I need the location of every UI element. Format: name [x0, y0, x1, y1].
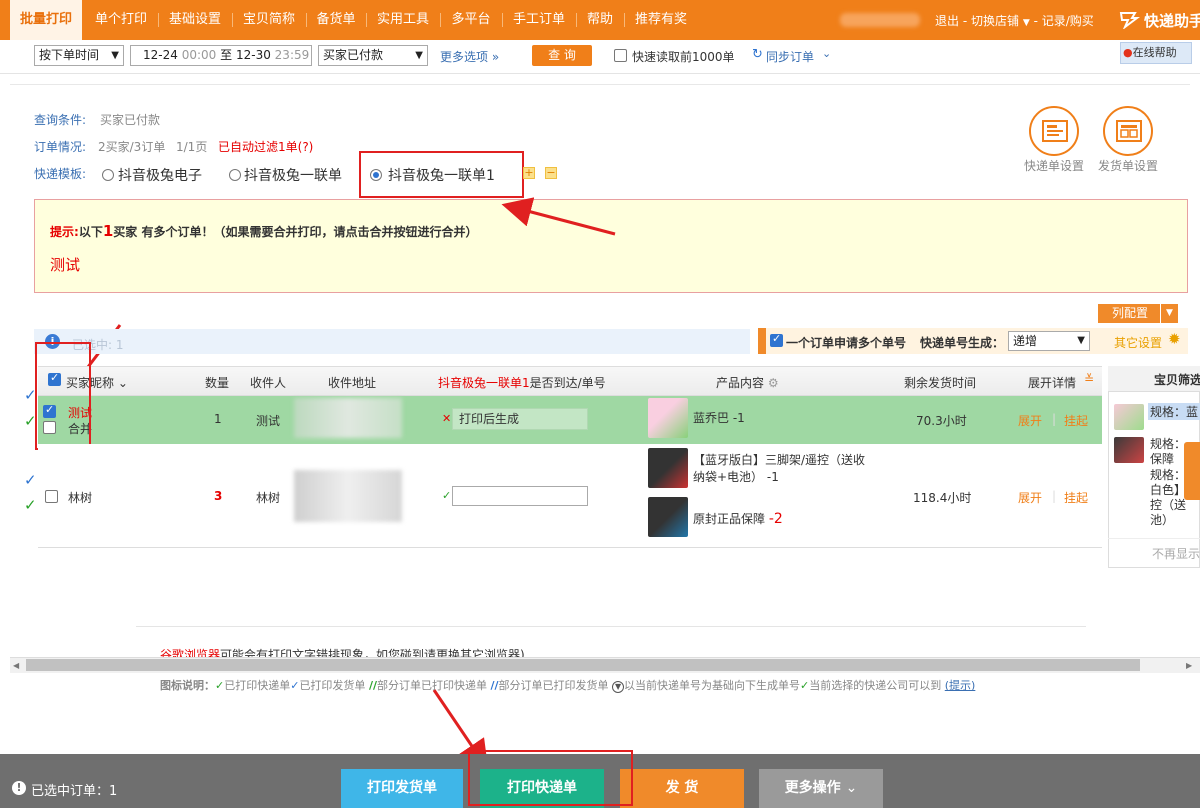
annotation-box-checkbox — [35, 342, 91, 450]
tracking-number-field[interactable] — [452, 486, 588, 506]
separator — [136, 626, 1086, 627]
remaining-time: 118.4小时 — [913, 491, 972, 505]
tracking-number-field[interactable]: 打印后生成 — [452, 408, 588, 430]
printed-invoice-check-icon: ✓ — [24, 471, 37, 489]
alert-icon: ! — [12, 781, 26, 795]
product-thumbnail — [648, 398, 688, 438]
other-settings-link[interactable]: 其它设置 — [1114, 334, 1162, 351]
down-circle-icon: ▼ — [612, 681, 625, 693]
annotation-box-print-express — [468, 750, 633, 806]
chevron-down-icon: ▼ — [1160, 304, 1178, 323]
no-show-link[interactable]: 不再显示 — [1152, 545, 1200, 562]
expand-link[interactable]: 展开 — [1018, 489, 1042, 506]
printed-express-check-icon: ✓ — [24, 496, 37, 514]
print-invoice-button[interactable]: 打印发货单 — [341, 769, 463, 808]
column-config-button[interactable]: 列配置 ▼ — [1098, 304, 1178, 323]
more-ops-button[interactable]: 更多操作 ⌄ — [759, 769, 883, 808]
header-address: 收件地址 — [328, 376, 377, 390]
header-receiver: 收件人 — [250, 376, 287, 390]
reachable-check-icon: ✓ — [442, 489, 452, 502]
header-remaining: 剩余发货时间 — [904, 376, 977, 390]
filter-spec-1[interactable]: 规格：蓝 — [1148, 403, 1200, 420]
qty-value: 1 — [214, 412, 222, 426]
number-gen-label: 快递单号生成： — [920, 336, 1005, 350]
not-printed-x-icon: ✕ — [442, 412, 452, 425]
side-float-tab[interactable] — [1184, 442, 1200, 500]
product-line: 原封正品保障 -2 — [693, 511, 783, 527]
product-line: 蓝乔巴 -1 — [693, 411, 745, 425]
scrollbar-thumb[interactable] — [26, 659, 1140, 671]
receiver-name: 林树 — [256, 491, 281, 505]
ship-button[interactable]: 发 货 — [620, 769, 744, 808]
header-product: 产品内容 ⚙ — [716, 376, 779, 390]
multi-number-checkbox[interactable] — [770, 332, 783, 347]
divider: | — [1052, 489, 1057, 503]
product-line: 【蓝牙版白】三脚架/遥控（送收纳袋+电池） -1 — [693, 453, 866, 484]
scroll-left-icon[interactable]: ◀ — [13, 661, 19, 670]
tip-link[interactable]: (提示) — [945, 679, 976, 692]
address-blurred — [294, 470, 402, 522]
hold-link[interactable]: 挂起 — [1064, 489, 1088, 506]
filter-spec-2[interactable]: 规格： 保障 — [1150, 437, 1186, 467]
product-thumbnail — [1114, 404, 1144, 430]
selected-bar — [34, 329, 750, 354]
header-template: 抖音极兔一联单1是否到达/单号 — [438, 376, 606, 390]
expand-link[interactable]: 展开 — [1018, 412, 1042, 429]
address-blurred — [294, 398, 402, 438]
reachable-check-icon: ✓ — [800, 679, 810, 692]
row-checkbox[interactable] — [45, 490, 58, 503]
buyer-name[interactable]: 林树 — [68, 489, 92, 506]
selected-orders-count: 已选中订单：1 — [31, 784, 118, 799]
header-expand: 展开详情 — [1028, 376, 1077, 390]
gear-icon[interactable]: ✹ — [1168, 330, 1181, 348]
scroll-right-icon[interactable]: ▶ — [1186, 661, 1192, 670]
partial-blue-icon: // — [490, 679, 499, 692]
chevron-down-icon: ⌄ — [117, 376, 128, 390]
chevron-down-icon: ▼ — [1077, 335, 1085, 346]
remaining-time: 70.3小时 — [916, 414, 967, 428]
header-qty: 数量 — [205, 376, 230, 390]
multi-number-label: 一个订单申请多个单号 — [786, 336, 907, 350]
number-gen-select[interactable]: 递增 ▼ — [1008, 331, 1090, 351]
collapse-icon[interactable]: ≚ — [1084, 372, 1094, 386]
chevron-down-icon: ⌄ — [845, 780, 858, 796]
green-check-icon: ✓ — [215, 679, 225, 692]
product-thumbnail — [1114, 437, 1144, 463]
filter-spec-3[interactable]: 规格： 白色】 控（送 池） — [1150, 468, 1186, 528]
item-filter-title: 宝贝筛选 — [1154, 373, 1200, 387]
product-thumbnail — [648, 448, 688, 488]
filter-divider — [1108, 538, 1200, 539]
gear-icon[interactable]: ⚙ — [768, 376, 779, 390]
receiver-name: 测试 — [256, 414, 281, 428]
icon-legend: 图标说明：✓已打印快递单✓已打印发货单 //部分订单已打印快递单 //部分订单已… — [160, 679, 976, 693]
hold-link[interactable]: 挂起 — [1064, 412, 1088, 429]
partial-green-icon: // — [368, 679, 377, 692]
qty-value: 3 — [214, 489, 223, 503]
product-thumbnail — [648, 497, 688, 537]
divider: | — [1052, 412, 1057, 426]
